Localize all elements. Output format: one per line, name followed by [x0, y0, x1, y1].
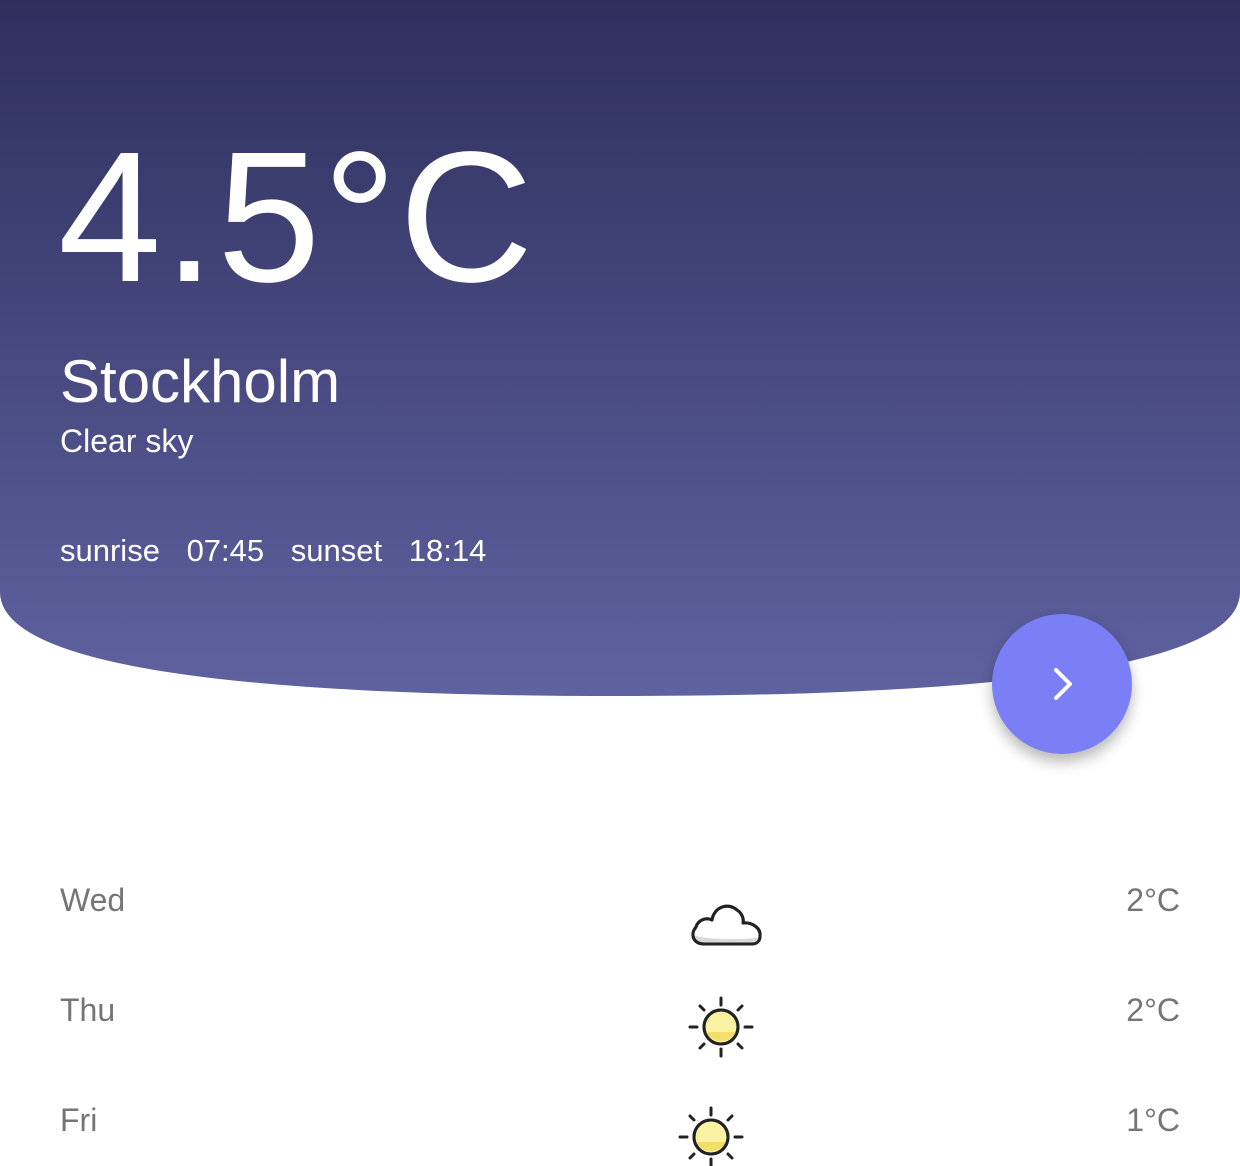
- sun-icon: [688, 996, 754, 1058]
- sun-times: sunrise 07:45 sunset 18:14: [60, 531, 504, 571]
- forecast-temp: 2°C: [1126, 882, 1180, 918]
- current-temperature: 4.5°C: [58, 114, 536, 321]
- chevron-right-icon: [1054, 668, 1072, 700]
- sunset-label: sunset: [290, 533, 383, 568]
- sunset-time: 18:14: [408, 533, 487, 568]
- forecast-temp: 2°C: [1126, 992, 1180, 1028]
- forecast-row-thu[interactable]: Thu 2°C: [0, 970, 1240, 1080]
- sunrise-label: sunrise: [60, 533, 160, 568]
- forecast-day: Wed: [60, 882, 126, 918]
- forecast-temp: 1°C: [1126, 1102, 1180, 1138]
- weather-app: 4.5°C Stockholm Clear sky sunrise 07:45 …: [0, 0, 1240, 1166]
- forecast-row-wed[interactable]: Wed 2°C: [0, 860, 1240, 970]
- forecast-list: Wed 2°C Thu 2°C Fri 1°C: [0, 860, 1240, 1166]
- sun-icon: [678, 1106, 744, 1166]
- forecast-day: Thu: [60, 992, 116, 1028]
- forecast-row-fri[interactable]: Fri 1°C: [0, 1080, 1240, 1166]
- cloud-icon: [691, 904, 762, 946]
- city-name: Stockholm: [60, 348, 341, 415]
- sunrise-time: 07:45: [186, 533, 265, 568]
- next-button[interactable]: [992, 614, 1132, 754]
- forecast-day: Fri: [60, 1102, 98, 1138]
- weather-condition: Clear sky: [60, 423, 194, 459]
